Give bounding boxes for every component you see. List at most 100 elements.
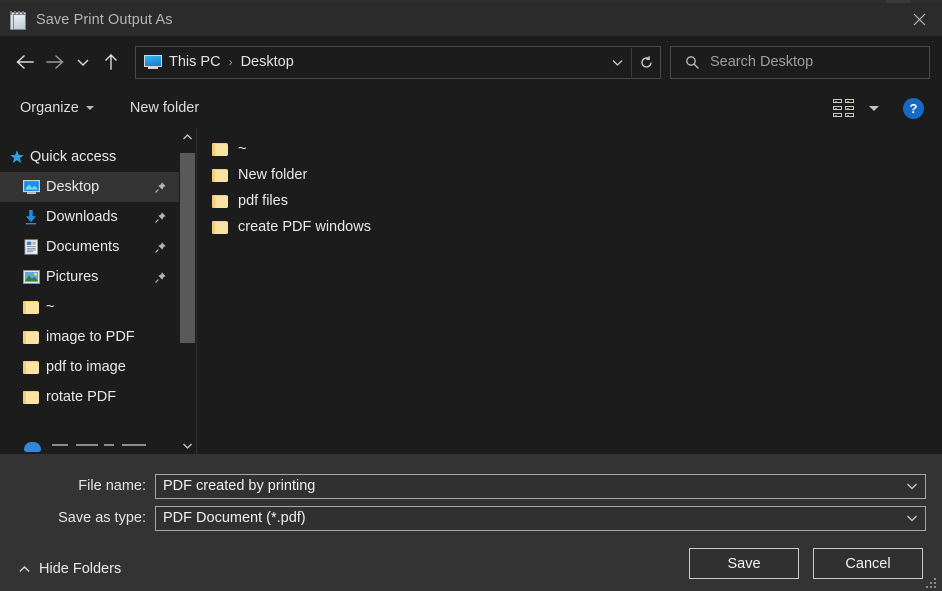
pin-icon[interactable] (154, 181, 167, 194)
pin-icon[interactable] (154, 241, 167, 254)
this-pc-icon (144, 55, 162, 70)
file-name: ~ (238, 141, 246, 157)
save-as-type-value: PDF Document (*.pdf) (156, 510, 306, 526)
organize-button[interactable]: Organize (14, 94, 100, 122)
sidebar-scrollbar[interactable] (179, 145, 196, 437)
up-button[interactable] (96, 47, 126, 77)
file-name-input[interactable]: PDF created by printing (155, 474, 926, 499)
arrow-right-icon (45, 54, 65, 70)
search-box[interactable]: Search Desktop (670, 46, 930, 79)
file-list-item[interactable]: pdf files (197, 188, 942, 214)
refresh-button[interactable] (632, 48, 660, 77)
chevron-down-icon (86, 106, 94, 110)
navigation-pane: Quick access Desktop (0, 128, 196, 454)
address-bar[interactable]: This PC › Desktop (135, 46, 661, 79)
hide-folders-label: Hide Folders (39, 561, 121, 577)
address-dropdown-button[interactable] (603, 48, 631, 77)
pictures-icon (22, 268, 40, 286)
cancel-button[interactable]: Cancel (813, 548, 923, 579)
hide-folders-button[interactable]: Hide Folders (16, 561, 121, 577)
arrow-left-icon (15, 54, 35, 70)
folder-icon (212, 195, 228, 208)
sidebar-item-quick-access[interactable]: Quick access (0, 142, 179, 172)
chevron-up-icon (182, 133, 193, 141)
sidebar-label: Downloads (46, 209, 118, 225)
forward-button[interactable] (40, 47, 70, 77)
folder-icon (22, 328, 40, 346)
sidebar-item-partial[interactable] (0, 442, 179, 454)
sidebar-label: Documents (46, 239, 119, 255)
file-list-item[interactable]: ~ (197, 136, 942, 162)
sidebar-label: Quick access (30, 149, 116, 165)
sidebar-item-pdf-to-image[interactable]: pdf to image (0, 352, 179, 382)
help-icon[interactable]: ? (903, 98, 924, 119)
chevron-down-icon (906, 514, 918, 522)
new-folder-label: New folder (130, 100, 199, 116)
help-label: ? (910, 101, 918, 116)
save-as-type-row: Save as type: PDF Document (*.pdf) (0, 505, 926, 531)
sidebar-label: Desktop (46, 179, 99, 195)
folder-icon (212, 169, 228, 182)
onedrive-icon (24, 442, 41, 452)
folder-icon (22, 388, 40, 406)
sidebar-item-documents[interactable]: Documents (0, 232, 179, 262)
downloads-icon (22, 208, 40, 226)
folder-icon (22, 298, 40, 316)
notepad-icon (9, 11, 27, 29)
breadcrumb-item-this-pc[interactable]: This PC (169, 54, 221, 70)
view-options-chevron-down-icon[interactable] (869, 106, 879, 111)
file-name-dropdown-button[interactable] (899, 475, 925, 498)
sidebar-scroll-thumb[interactable] (180, 153, 195, 343)
recent-locations-button[interactable] (70, 47, 96, 77)
save-as-type-select[interactable]: PDF Document (*.pdf) (155, 506, 926, 531)
new-folder-button[interactable]: New folder (124, 94, 205, 122)
star-icon (8, 148, 26, 166)
file-list[interactable]: ~ New folder pdf files create PDF window… (197, 128, 942, 454)
details-view-icon[interactable] (833, 99, 855, 117)
sidebar-item-tilde[interactable]: ~ (0, 292, 179, 322)
breadcrumb-item-desktop[interactable]: Desktop (241, 54, 294, 70)
resize-grip-icon[interactable] (926, 576, 938, 588)
navigation-bar: This PC › Desktop (0, 36, 942, 88)
close-button[interactable] (896, 3, 942, 36)
command-toolbar: Organize New folder ? (0, 88, 942, 128)
sidebar-label: image to PDF (46, 329, 135, 345)
pin-icon[interactable] (154, 271, 167, 284)
chevron-down-icon (906, 482, 918, 490)
file-name-row: File name: PDF created by printing (0, 473, 926, 499)
file-name-label: File name: (0, 478, 155, 494)
chevron-down-icon (611, 58, 624, 67)
file-name: create PDF windows (238, 219, 371, 235)
sidebar-item-image-to-pdf[interactable]: image to PDF (0, 322, 179, 352)
organize-label: Organize (20, 100, 79, 116)
chevron-down-icon (76, 57, 90, 67)
sidebar-item-pictures[interactable]: Pictures (0, 262, 179, 292)
close-icon (913, 13, 926, 26)
refresh-icon (639, 55, 654, 70)
chevron-down-icon (182, 442, 193, 450)
pin-icon[interactable] (154, 211, 167, 224)
content-area: Quick access Desktop (0, 128, 942, 454)
sidebar-item-downloads[interactable]: Downloads (0, 202, 179, 232)
save-button[interactable]: Save (689, 548, 799, 579)
file-list-item[interactable]: create PDF windows (197, 214, 942, 240)
folder-icon (22, 358, 40, 376)
search-placeholder: Search Desktop (710, 54, 813, 70)
sidebar-label: pdf to image (46, 359, 126, 375)
file-list-item[interactable]: New folder (197, 162, 942, 188)
save-as-type-dropdown-button[interactable] (899, 507, 925, 530)
sidebar-item-desktop[interactable]: Desktop (0, 172, 179, 202)
back-button[interactable] (10, 47, 40, 77)
sidebar-label: Pictures (46, 269, 98, 285)
file-name-value: PDF created by printing (156, 478, 315, 494)
scroll-down-button[interactable] (179, 437, 196, 454)
file-name: pdf files (238, 193, 288, 209)
file-name: New folder (238, 167, 307, 183)
dialog-buttons: Save Cancel (689, 548, 923, 579)
documents-icon (22, 238, 40, 256)
save-as-type-label: Save as type: (0, 510, 155, 526)
save-dialog: Save Print Output As (0, 0, 942, 591)
sidebar-item-rotate-pdf[interactable]: rotate PDF (0, 382, 179, 412)
scroll-up-button[interactable] (179, 128, 196, 145)
dialog-footer: File name: PDF created by printing Save … (0, 454, 942, 591)
